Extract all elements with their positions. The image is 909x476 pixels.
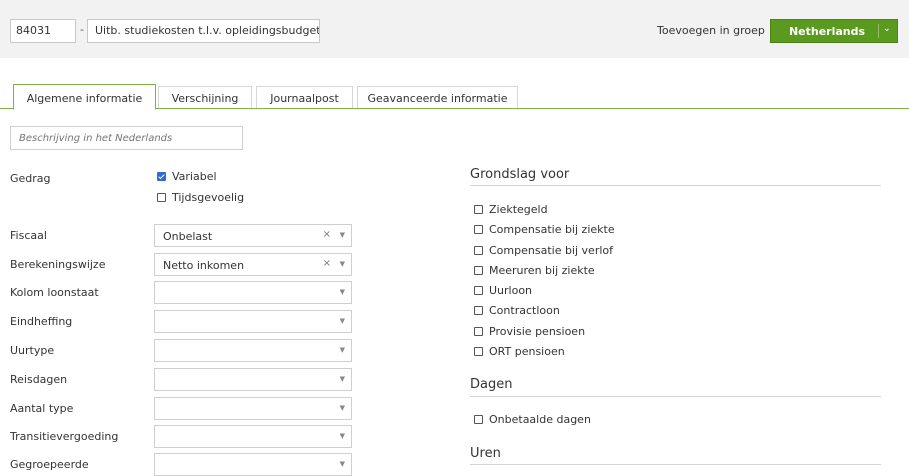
contractloon-label: Contractloon xyxy=(489,304,560,317)
clear-icon[interactable]: × xyxy=(323,229,331,240)
eindheffing-label: Eindheffing xyxy=(10,315,73,328)
dagen-title: Dagen xyxy=(470,377,513,392)
chevron-down-icon[interactable]: ⌄ xyxy=(883,24,891,34)
eindheffing-select[interactable]: ▼ xyxy=(154,310,352,333)
tab-verschijning[interactable]: Verschijning xyxy=(158,86,252,108)
onbetaalde-dagen-label: Onbetaalde dagen xyxy=(489,413,591,426)
aantal-type-select[interactable]: ▼ xyxy=(154,397,352,420)
reisdagen-label: Reisdagen xyxy=(10,373,68,386)
grondslag-title: Grondslag voor xyxy=(470,167,570,182)
tab-journaalpost[interactable]: Journaalpost xyxy=(256,86,353,108)
group-label: Toevoegen in groep xyxy=(657,24,765,37)
fiscaal-select[interactable]: Onbelast × ▼ xyxy=(154,224,352,247)
fiscaal-label: Fiscaal xyxy=(10,229,47,242)
meeruren-ziekte-checkbox[interactable] xyxy=(474,266,483,275)
name-field[interactable]: Uitb. studiekosten t.l.v. opleidingsbudg… xyxy=(87,19,320,43)
onbetaalde-dagen-checkbox[interactable] xyxy=(474,415,483,424)
uren-title: Uren xyxy=(470,446,501,461)
berekeningswijze-label: Berekeningswijze xyxy=(10,258,106,271)
transitievergoeding-label: Transitievergoeding xyxy=(10,430,119,443)
berekeningswijze-select[interactable]: Netto inkomen × ▼ xyxy=(154,253,352,276)
dropdown-arrow-icon[interactable]: ▼ xyxy=(340,404,345,412)
compensatie-verlof-checkbox[interactable] xyxy=(474,246,483,255)
dropdown-arrow-icon[interactable]: ▼ xyxy=(340,432,345,440)
dropdown-arrow-icon[interactable]: ▼ xyxy=(340,260,345,268)
provisie-pensioen-label: Provisie pensioen xyxy=(489,325,586,338)
code-field[interactable]: 84031 xyxy=(10,19,76,43)
top-bar: 84031 - Uitb. studiekosten t.l.v. opleid… xyxy=(0,0,909,58)
description-input[interactable] xyxy=(10,126,243,150)
clear-icon[interactable]: × xyxy=(323,258,331,269)
dropdown-arrow-icon[interactable]: ▼ xyxy=(340,317,345,325)
meeruren-ziekte-label: Meeruren bij ziekte xyxy=(489,264,595,277)
uurloon-checkbox[interactable] xyxy=(474,286,483,295)
group-button-label: Netherlands xyxy=(788,25,866,38)
code-separator: - xyxy=(80,23,84,36)
variabel-checkbox[interactable] xyxy=(157,172,166,181)
uren-divider xyxy=(470,464,881,465)
fiscaal-value: Onbelast xyxy=(163,230,213,243)
uurloon-label: Uurloon xyxy=(489,284,533,297)
ort-pensioen-checkbox[interactable] xyxy=(474,347,483,356)
tijdsgevoelig-checkbox[interactable] xyxy=(157,193,166,202)
ort-pensioen-label: ORT pensioen xyxy=(489,345,565,358)
group-dropdown-button[interactable]: Netherlands ⌄ xyxy=(770,19,898,43)
grondslag-divider xyxy=(470,185,881,186)
uurtype-select[interactable]: ▼ xyxy=(154,339,352,362)
gegroepeerde-select[interactable]: ▼ xyxy=(154,453,352,476)
kolom-loonstaat-label: Kolom loonstaat xyxy=(10,286,99,299)
tab-bar: Algemene informatie Verschijning Journaa… xyxy=(0,84,909,110)
dropdown-arrow-icon[interactable]: ▼ xyxy=(340,346,345,354)
kolom-loonstaat-select[interactable]: ▼ xyxy=(154,281,352,304)
tab-geavanceerde-informatie[interactable]: Geavanceerde informatie xyxy=(357,86,518,108)
group-button-divider xyxy=(878,24,879,38)
contractloon-checkbox[interactable] xyxy=(474,306,483,315)
ziektegeld-label: Ziektegeld xyxy=(489,203,548,216)
compensatie-ziekte-checkbox[interactable] xyxy=(474,225,483,234)
compensatie-verlof-label: Compensatie bij verlof xyxy=(489,244,614,257)
transitievergoeding-select[interactable]: ▼ xyxy=(154,425,352,448)
provisie-pensioen-checkbox[interactable] xyxy=(474,327,483,336)
ziektegeld-checkbox[interactable] xyxy=(474,205,483,214)
uurtype-label: Uurtype xyxy=(10,344,55,357)
dropdown-arrow-icon[interactable]: ▼ xyxy=(340,231,345,239)
reisdagen-select[interactable]: ▼ xyxy=(154,368,352,391)
dropdown-arrow-icon[interactable]: ▼ xyxy=(340,375,345,383)
dagen-divider xyxy=(470,396,881,397)
tijdsgevoelig-label: Tijdsgevoelig xyxy=(172,191,245,204)
dropdown-arrow-icon[interactable]: ▼ xyxy=(340,460,345,468)
dropdown-arrow-icon[interactable]: ▼ xyxy=(340,288,345,296)
compensatie-ziekte-label: Compensatie bij ziekte xyxy=(489,223,615,236)
berekeningswijze-value: Netto inkomen xyxy=(163,259,245,272)
variabel-label: Variabel xyxy=(172,170,217,183)
tab-algemene-informatie[interactable]: Algemene informatie xyxy=(13,84,156,110)
gegroepeerde-label: Gegroepeerde xyxy=(10,458,89,471)
gedrag-label: Gedrag xyxy=(10,172,51,185)
aantal-type-label: Aantal type xyxy=(10,402,74,415)
